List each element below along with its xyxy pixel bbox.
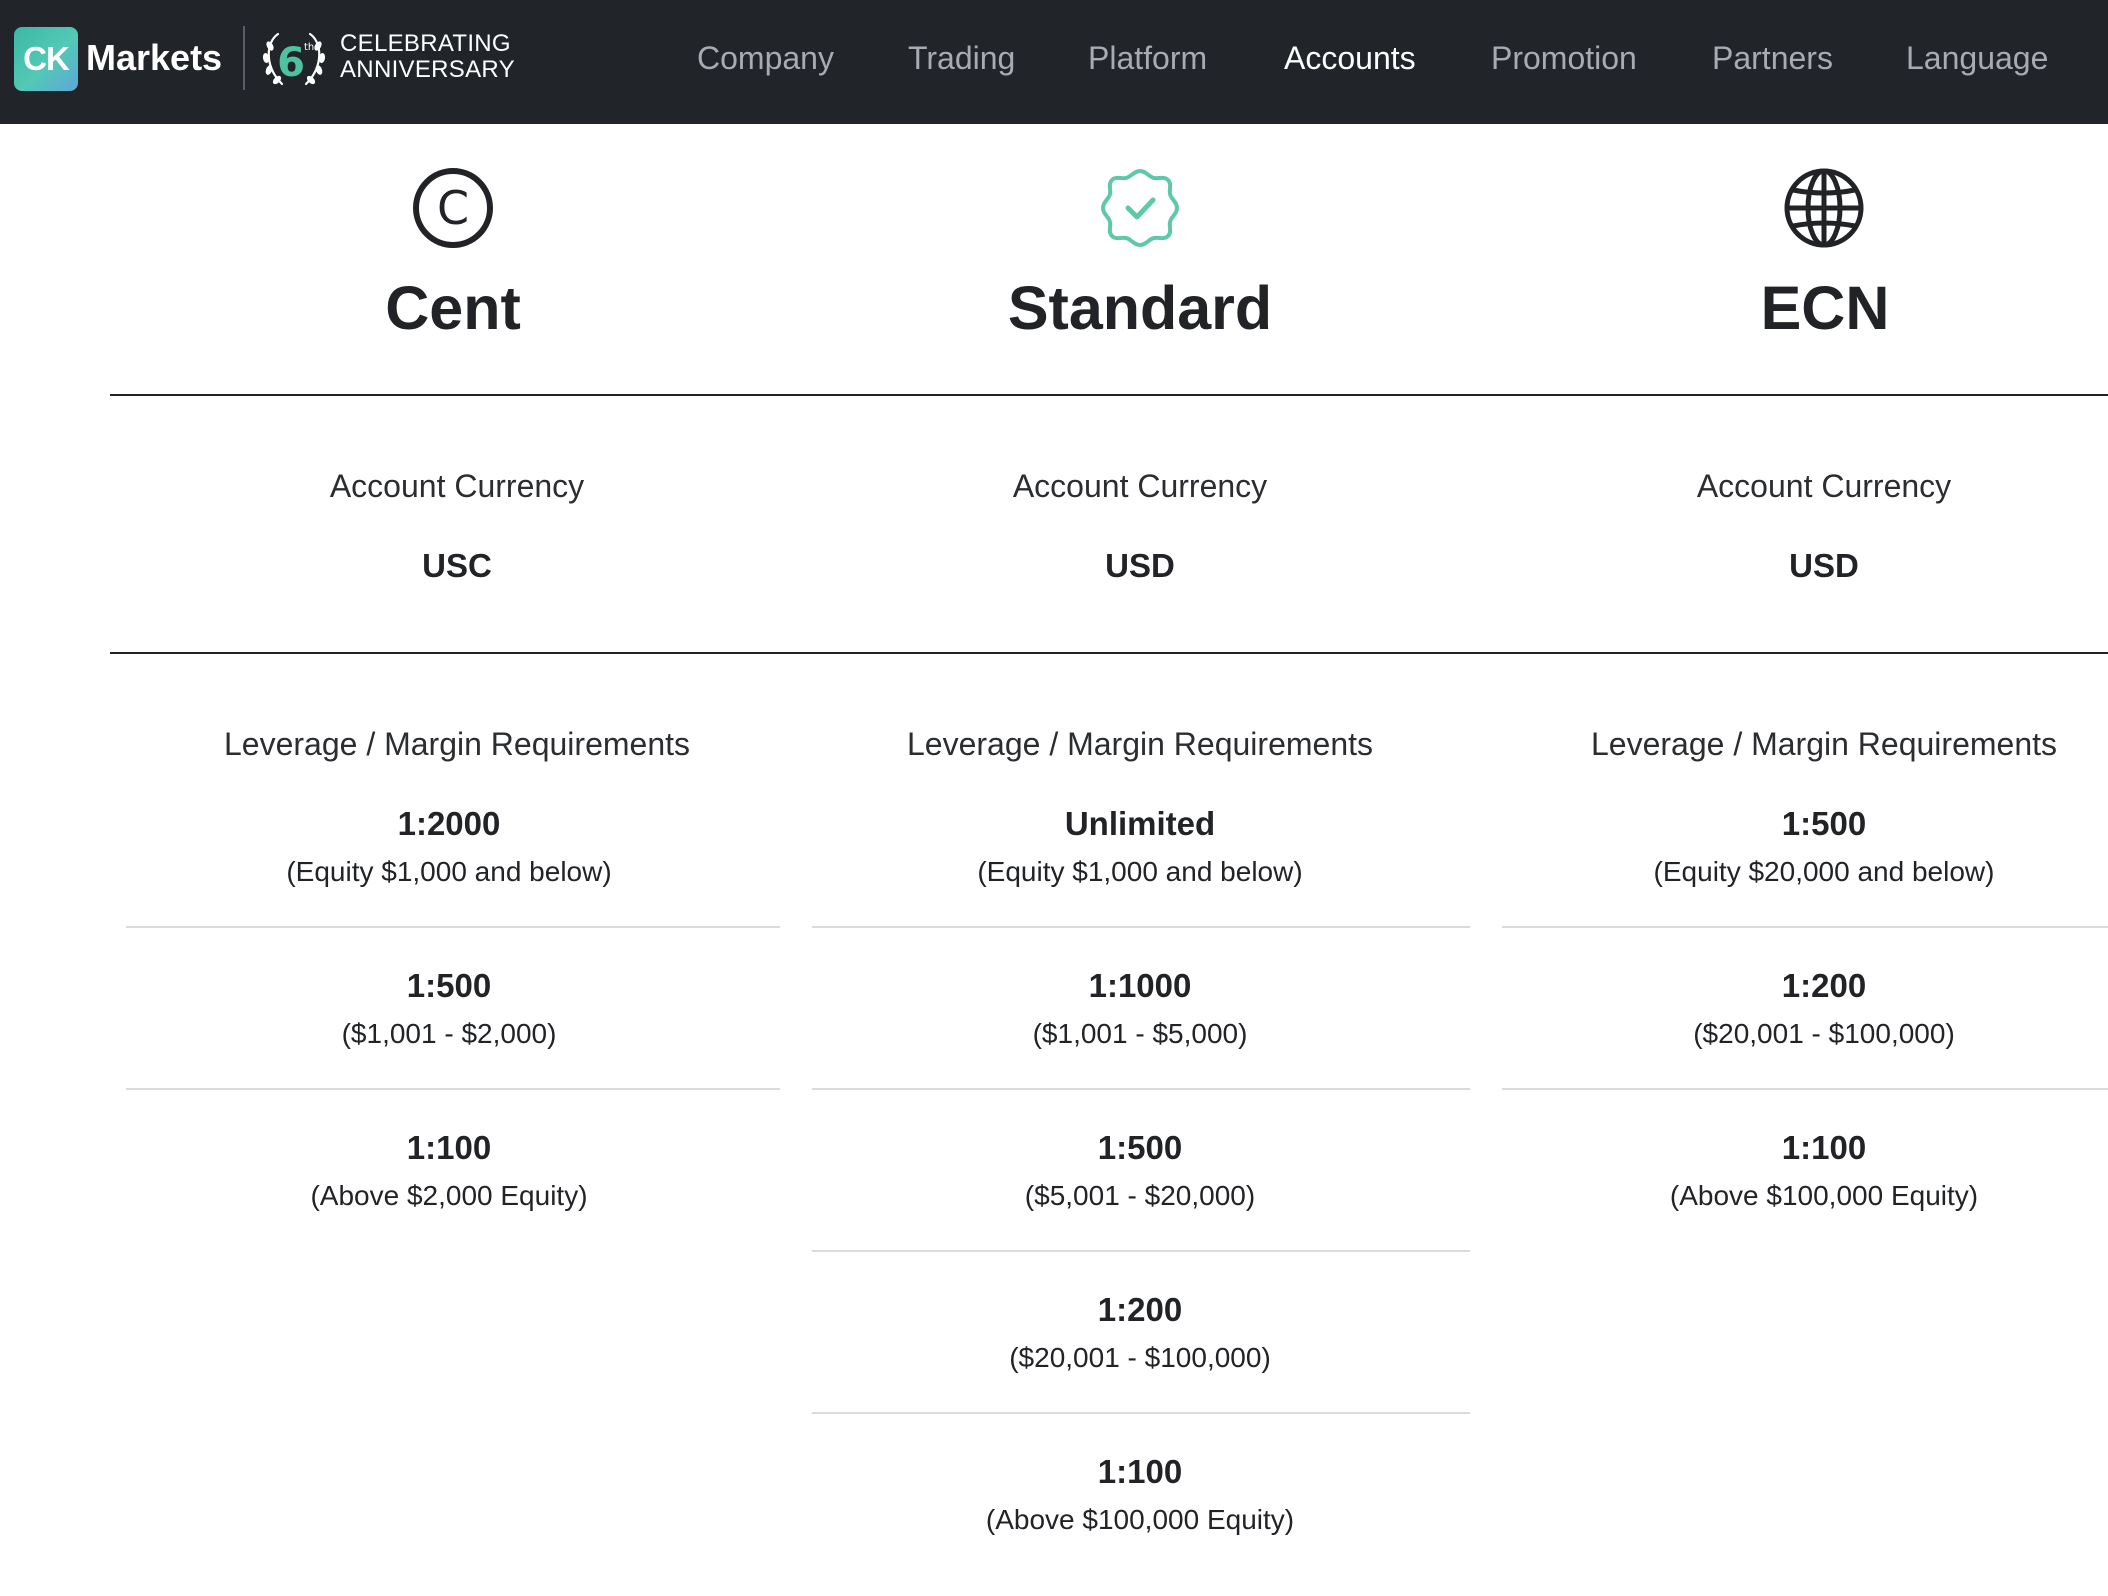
leverage-tier-note: (Above $100,000 Equity)	[1669, 1180, 1979, 1211]
brand-name[interactable]: Markets	[86, 36, 222, 80]
globe-icon	[1784, 168, 1864, 248]
nav-partners[interactable]: Partners	[1712, 38, 1833, 78]
leverage-tier-note: ($20,001 - $100,000)	[1009, 1342, 1271, 1373]
currency-label-cent: Account Currency	[329, 468, 585, 504]
anniversary-line-2: ANNIVERSARY	[340, 56, 515, 83]
nav-promotion[interactable]: Promotion	[1491, 38, 1637, 78]
leverage-tier-value: 1:500	[1097, 1129, 1183, 1166]
leverage-tier-note: (Equity $1,000 and below)	[977, 856, 1303, 887]
account-title-ecn: ECN	[1760, 274, 1890, 342]
svg-text:th: th	[304, 42, 314, 53]
currency-value-ecn: USD	[1789, 547, 1859, 584]
verified-badge-icon	[1100, 168, 1180, 248]
leverage-label-standard: Leverage / Margin Requirements	[906, 726, 1373, 762]
svg-text:C: C	[437, 181, 469, 235]
tier-divider	[812, 1250, 1470, 1252]
nav-accounts[interactable]: Accounts	[1284, 38, 1416, 78]
tier-divider	[1502, 1088, 2108, 1090]
account-title-cent: Cent	[385, 274, 521, 342]
currency-value-standard: USD	[1105, 547, 1175, 584]
section-divider	[110, 394, 2108, 396]
leverage-label-ecn: Leverage / Margin Requirements	[1590, 726, 2057, 762]
account-title-standard: Standard	[1007, 274, 1273, 342]
leverage-tier-note: ($5,001 - $20,000)	[1024, 1180, 1256, 1211]
section-divider	[110, 652, 2108, 654]
brand-divider	[243, 26, 245, 90]
copyright-c-icon: C	[413, 168, 493, 248]
leverage-tier-value: 1:200	[1097, 1291, 1183, 1328]
nav-trading[interactable]: Trading	[908, 38, 1015, 78]
nav-platform[interactable]: Platform	[1088, 38, 1207, 78]
laurel-6th-anniversary-icon: 6 th	[262, 32, 326, 86]
tier-divider	[126, 926, 780, 928]
leverage-tier-value: 1:200	[1781, 967, 1867, 1004]
leverage-tier-value: 1:500	[1781, 805, 1867, 842]
anniversary-line-1: CELEBRATING	[340, 30, 511, 57]
leverage-tier-note: (Above $100,000 Equity)	[985, 1504, 1295, 1535]
tier-divider	[812, 926, 1470, 928]
currency-value-cent: USC	[422, 547, 492, 584]
leverage-tier-note: (Equity $20,000 and below)	[1653, 856, 1995, 887]
leverage-tier-value: 1:2000	[397, 805, 501, 842]
leverage-tier-value: 1:100	[1781, 1129, 1867, 1166]
ck-logo[interactable]: CK	[14, 27, 78, 91]
leverage-tier-value: 1:1000	[1088, 967, 1192, 1004]
tier-divider	[812, 1088, 1470, 1090]
leverage-tier-value: Unlimited	[1064, 805, 1216, 842]
leverage-tier-note: ($1,001 - $2,000)	[341, 1018, 557, 1049]
nav-language[interactable]: Language	[1906, 38, 2048, 78]
svg-text:6: 6	[277, 40, 305, 86]
leverage-tier-note: (Equity $1,000 and below)	[286, 856, 612, 887]
nav-company[interactable]: Company	[697, 38, 834, 78]
top-nav-bar: CK Markets 6 th CELEBRATING ANNIVERSARY …	[0, 0, 2108, 124]
leverage-tier-note: ($20,001 - $100,000)	[1693, 1018, 1955, 1049]
currency-label-standard: Account Currency	[1012, 468, 1268, 504]
tier-divider	[126, 1088, 780, 1090]
leverage-tier-value: 1:100	[406, 1129, 492, 1166]
leverage-tier-note: (Above $2,000 Equity)	[310, 1180, 588, 1211]
logo-text: CK	[23, 40, 70, 77]
leverage-label-cent: Leverage / Margin Requirements	[223, 726, 690, 762]
leverage-tier-value: 1:100	[1097, 1453, 1183, 1490]
leverage-tier-value: 1:500	[406, 967, 492, 1004]
anniversary-text: CELEBRATING ANNIVERSARY	[340, 31, 515, 83]
currency-label-ecn: Account Currency	[1696, 468, 1952, 504]
tier-divider	[1502, 926, 2108, 928]
tier-divider	[812, 1412, 1470, 1414]
leverage-tier-note: ($1,001 - $5,000)	[1032, 1018, 1248, 1049]
